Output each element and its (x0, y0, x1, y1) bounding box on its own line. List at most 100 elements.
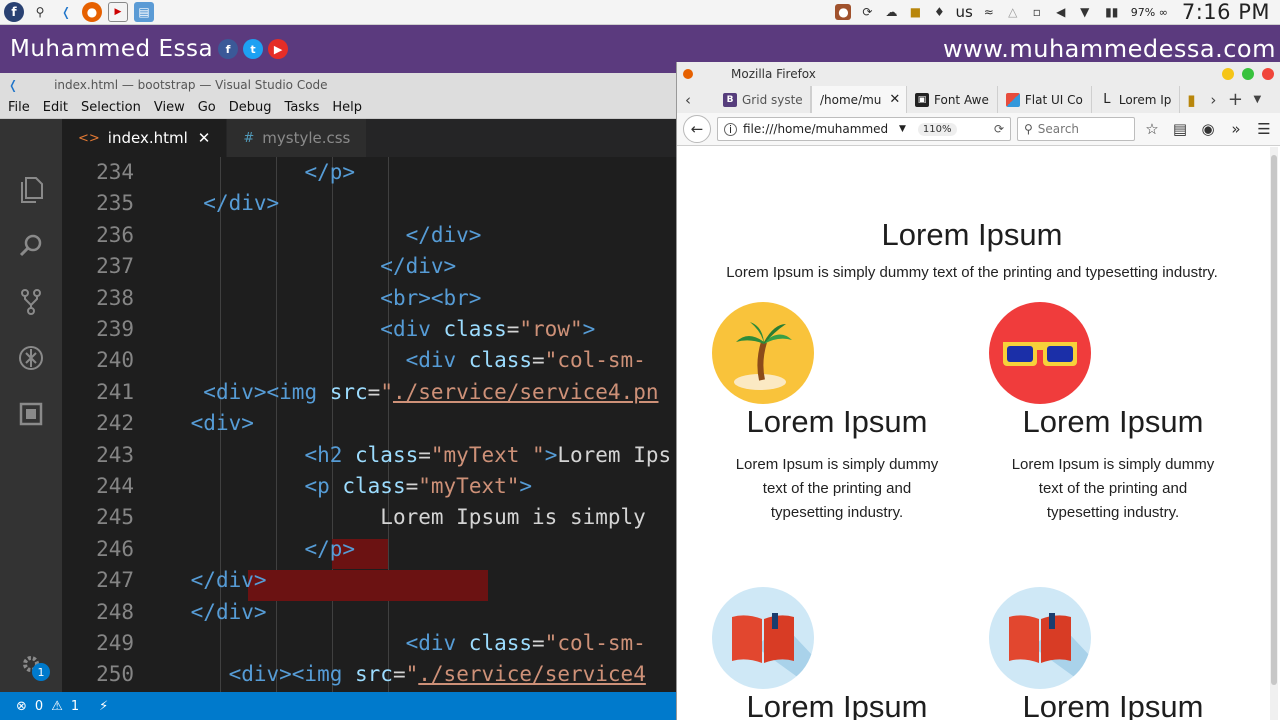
media-player-icon[interactable]: ▶ (108, 2, 128, 22)
code-token: " (405, 662, 419, 687)
browser-tab-local-file[interactable]: /home/mu ✕ (811, 86, 907, 113)
browser-tab-lorem-ipsum[interactable]: L Lorem Ip (1092, 86, 1181, 113)
fedora-icon[interactable]: f (4, 2, 24, 22)
code-line[interactable]: 234 </p> (62, 157, 676, 188)
hamburger-menu-icon[interactable]: ☰ (1253, 120, 1275, 138)
firefox-icon[interactable]: ● (82, 2, 102, 22)
clipboard-icon[interactable]: ▫ (1029, 4, 1045, 20)
keyboard-layout[interactable]: us (955, 3, 972, 21)
wifi-icon[interactable]: ≈ (981, 4, 997, 20)
code-token: ./service/service4.pn (392, 379, 659, 404)
menu-go[interactable]: Go (198, 100, 216, 115)
info-icon[interactable]: i (724, 122, 737, 136)
browser-tab-flat-ui[interactable]: Flat UI Co (998, 86, 1092, 113)
code-token: src (355, 662, 393, 687)
code-line[interactable]: 239 <div class="row"> (62, 314, 676, 345)
css-file-icon: # (243, 130, 255, 146)
clock[interactable]: 7:16 PM (1182, 0, 1270, 24)
cloud-icon[interactable]: ☁ (883, 4, 899, 20)
volume-icon[interactable]: ◀ (1053, 4, 1069, 20)
code-line[interactable]: 238 <br><br> (62, 283, 676, 314)
settings-gear-icon[interactable]: 1 (16, 649, 50, 681)
code-line[interactable]: 243 <h2 class="myText ">Lorem Ips (62, 440, 676, 471)
pocket-icon[interactable]: ◉ (1197, 120, 1219, 138)
close-icon[interactable]: ✕ (198, 129, 211, 147)
close-button[interactable] (1262, 68, 1274, 80)
chevron-down-icon[interactable]: ▼ (1077, 4, 1093, 20)
tabs-scroll-right-icon[interactable]: › (1202, 86, 1224, 113)
url-text[interactable]: file:///home/muhammed (743, 122, 893, 136)
code-token: = (532, 631, 545, 655)
tabs-scroll-left-icon[interactable]: ‹ (677, 86, 699, 113)
explorer-icon[interactable] (16, 175, 46, 205)
menu-view[interactable]: View (154, 100, 185, 115)
usb-icon[interactable]: ♦ (931, 4, 947, 20)
code-line[interactable]: 241 <div><img src="./service/service4.pn (62, 377, 676, 408)
overflow-menu-icon[interactable]: » (1225, 120, 1247, 138)
browser-tab-grid-system[interactable]: B Grid syste (715, 86, 811, 113)
code-token: </div> (380, 254, 457, 279)
code-line[interactable]: 237 </div> (62, 251, 676, 282)
zoom-level[interactable]: 110% (917, 122, 957, 136)
lightning-icon[interactable]: ⚡ (99, 699, 108, 714)
code-line[interactable]: 242 <div> (62, 408, 676, 439)
url-bar[interactable]: i file:///home/muhammed ▼ 110% ⟳ (717, 117, 1011, 141)
maximize-button[interactable] (1242, 68, 1254, 80)
reload-icon[interactable]: ⟳ (994, 122, 1010, 136)
code-line[interactable]: 249 <div class="col-sm- (62, 628, 676, 659)
code-line[interactable]: 235 </div> (62, 188, 676, 219)
code-token: "col-sm- (544, 631, 646, 655)
service-card: Lorem Ipsum (702, 587, 972, 720)
extensions-icon[interactable] (16, 399, 46, 429)
file-manager-icon[interactable]: ▤ (134, 2, 154, 22)
channel-url: www.muhammedessa.com (943, 35, 1276, 63)
font-awesome-favicon: ▣ (915, 92, 929, 107)
chevron-down-icon[interactable]: ▼ (899, 124, 906, 134)
battery-icon[interactable]: ▮▮ (1101, 4, 1123, 20)
browser-tab-font-awesome[interactable]: ▣ Font Awe (907, 86, 998, 113)
code-editor[interactable]: 234 </p> 235 </div> 236 </div> 237 </div> 23… (62, 157, 676, 692)
menu-edit[interactable]: Edit (43, 100, 68, 115)
code-line[interactable]: 250 <div><img src="./service/service4 (62, 659, 676, 690)
code-line[interactable]: 244 <p class="myText"> (62, 471, 676, 502)
error-count[interactable]: 0 (35, 699, 43, 714)
package-icon[interactable]: ■ (907, 4, 923, 20)
tab-mystyle-css[interactable]: # mystyle.css (227, 119, 368, 157)
menu-debug[interactable]: Debug (229, 100, 272, 115)
page-scrollbar[interactable] (1270, 147, 1278, 720)
back-button[interactable]: ← (683, 115, 711, 143)
code-line[interactable]: 236 </div> (62, 220, 676, 251)
code-line[interactable]: 246 </p> (62, 534, 676, 565)
menu-selection[interactable]: Selection (81, 100, 141, 115)
source-control-icon[interactable] (16, 287, 46, 317)
network-icon[interactable]: △ (1005, 4, 1021, 20)
app-tray-icon[interactable]: ● (835, 4, 852, 20)
line-number: 245 (96, 505, 134, 530)
tab-overflow-icon[interactable]: ▮ (1180, 86, 1202, 113)
debug-icon[interactable] (16, 343, 46, 373)
code-token: Lorem Ipsum is simply (380, 505, 646, 530)
minimize-button[interactable] (1222, 68, 1234, 80)
vscode-icon[interactable]: ❬ (56, 2, 76, 22)
code-line[interactable]: 248 </div> (62, 597, 676, 628)
warning-count[interactable]: 1 (71, 699, 79, 714)
tab-index-html[interactable]: <> index.html ✕ (62, 119, 228, 157)
menu-file[interactable]: File (8, 100, 30, 115)
code-line[interactable]: 240 <div class="col-sm- (62, 345, 676, 376)
list-all-tabs-icon[interactable]: ▼ (1246, 86, 1268, 113)
reader-view-icon[interactable]: ▤ (1169, 120, 1191, 138)
warning-icon[interactable]: ⚠ (51, 699, 63, 714)
menu-tasks[interactable]: Tasks (285, 100, 320, 115)
new-tab-icon[interactable]: + (1224, 86, 1246, 113)
code-line[interactable]: 245 Lorem Ipsum is simply (62, 502, 676, 533)
code-line[interactable]: 247 </div> (62, 565, 676, 596)
menu-help[interactable]: Help (332, 100, 362, 115)
scrollbar-thumb[interactable] (1271, 155, 1277, 685)
error-icon[interactable]: ⊗ (16, 699, 27, 714)
updates-icon[interactable]: ⟳ (859, 4, 875, 20)
search-icon[interactable] (16, 231, 46, 261)
close-icon[interactable]: ✕ (889, 92, 900, 107)
search-icon[interactable]: ⚲ (30, 2, 50, 22)
bookmark-star-icon[interactable]: ☆ (1141, 120, 1163, 138)
search-bar[interactable]: ⚲ Search (1017, 117, 1135, 141)
